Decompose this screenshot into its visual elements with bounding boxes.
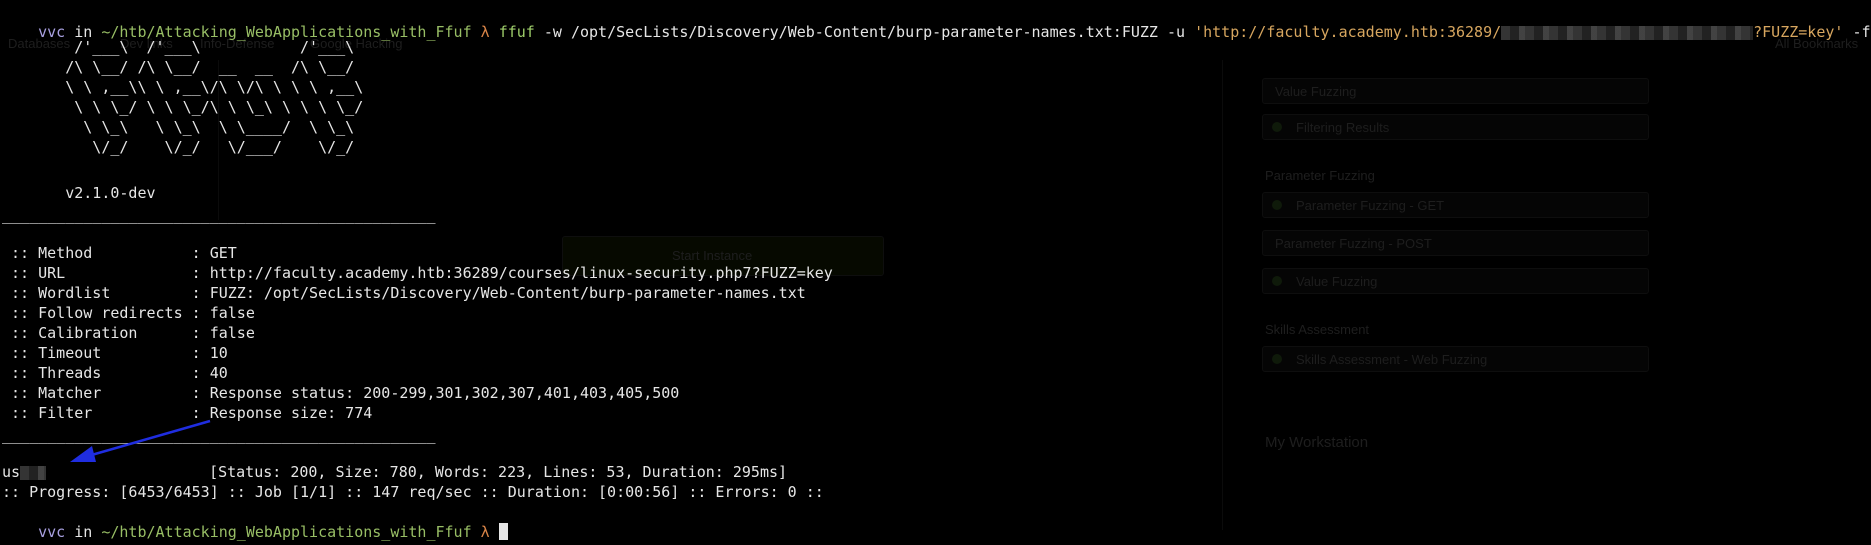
config-key: :: URL : — [2, 264, 210, 282]
result-word-prefix: us — [2, 463, 21, 481]
prompt-line[interactable]: vvc in ~/htb/Attacking_WebApplications_w… — [2, 502, 508, 541]
banner-art-line: \ \ ,__\\ \ ,__\/\ \/\ \ \ \ ,__\ — [2, 78, 364, 96]
config-value: 40 — [209, 364, 228, 382]
config-follow-redirects: :: Follow redirects : false — [2, 303, 255, 323]
config-key: :: Calibration : — [2, 324, 210, 342]
config-matcher: :: Matcher : Response status: 200-299,30… — [2, 383, 679, 403]
progress-line: :: Progress: [6453/6453] :: Job [1/1] ::… — [2, 483, 824, 501]
result-line: us [Status: 200, Size: 780, Words: 223, L… — [2, 462, 787, 482]
prompt-lambda: λ — [480, 23, 490, 41]
banner-art-line: \ \ \_/ \ \ \_/\ \ \_\ \ \ \ \_/ — [2, 98, 364, 116]
redacted-url-segment — [1501, 25, 1754, 40]
prompt-lambda: λ — [480, 523, 490, 541]
config-key: :: Matcher : — [2, 384, 210, 402]
command-url-start: 'http://faculty.academy.htb:36289/ — [1194, 23, 1502, 41]
redacted-result-word — [20, 465, 47, 480]
config-value: Response size: 774 — [209, 404, 373, 422]
config-key: :: Threads : — [2, 364, 210, 382]
config-value: Response status: 200-299,301,302,307,401… — [209, 384, 680, 402]
config-threads: :: Threads : 40 — [2, 363, 228, 383]
command-program: ffuf — [498, 23, 535, 41]
config-value: http://faculty.academy.htb:36289/courses… — [209, 264, 833, 282]
config-timeout: :: Timeout : 10 — [2, 343, 228, 363]
separator-bottom: ________________________________________… — [2, 426, 436, 444]
result-details: [Status: 200, Size: 780, Words: 223, Lin… — [209, 463, 788, 481]
prompt-in: in — [65, 523, 102, 541]
config-method: :: Method : GET — [2, 243, 237, 263]
separator-top: ________________________________________… — [2, 206, 436, 224]
banner-art-line: /'___\ /'___\ /'___\ — [2, 38, 355, 56]
config-key: :: Wordlist : — [2, 284, 210, 302]
prompt-user: vvc — [38, 523, 66, 541]
ffuf-version: v2.1.0-dev — [2, 184, 156, 202]
command-args: -w /opt/SecLists/Discovery/Web-Content/b… — [534, 23, 1195, 41]
config-calibration: :: Calibration : false — [2, 323, 255, 343]
config-wordlist: :: Wordlist : FUZZ: /opt/SecLists/Discov… — [2, 283, 806, 303]
config-filter: :: Filter : Response size: 774 — [2, 403, 372, 423]
command-filter-arg: -fs 774 — [1852, 23, 1871, 41]
config-value: false — [209, 324, 255, 342]
command-url-end: ?FUZZ=key' — [1753, 23, 1844, 41]
config-key: :: Filter : — [2, 404, 210, 422]
config-value: false — [209, 304, 255, 322]
config-value: GET — [209, 244, 237, 262]
banner-art-line: \ \_\ \ \_\ \ \____/ \ \_\ — [2, 118, 355, 136]
terminal-window[interactable]: vvc in ~/htb/Attacking_WebApplications_w… — [2, 0, 1871, 545]
command-line: vvc in ~/htb/Attacking_WebApplications_w… — [2, 2, 1871, 41]
config-value: FUZZ: /opt/SecLists/Discovery/Web-Conten… — [209, 284, 806, 302]
banner-art-line: \/_/ \/_/ \/___/ \/_/ — [2, 138, 355, 156]
prompt-path: ~/htb/Attacking_WebApplications_with_Ffu… — [101, 523, 472, 541]
config-value: 10 — [209, 344, 228, 362]
config-key: :: Follow redirects : — [2, 304, 210, 322]
config-key: :: Timeout : — [2, 344, 210, 362]
config-url: :: URL : http://faculty.academy.htb:3628… — [2, 263, 833, 283]
banner-art-line: /\ \__/ /\ \__/ __ __ /\ \__/ — [2, 58, 355, 76]
terminal-cursor — [498, 523, 508, 540]
config-key: :: Method : — [2, 244, 210, 262]
